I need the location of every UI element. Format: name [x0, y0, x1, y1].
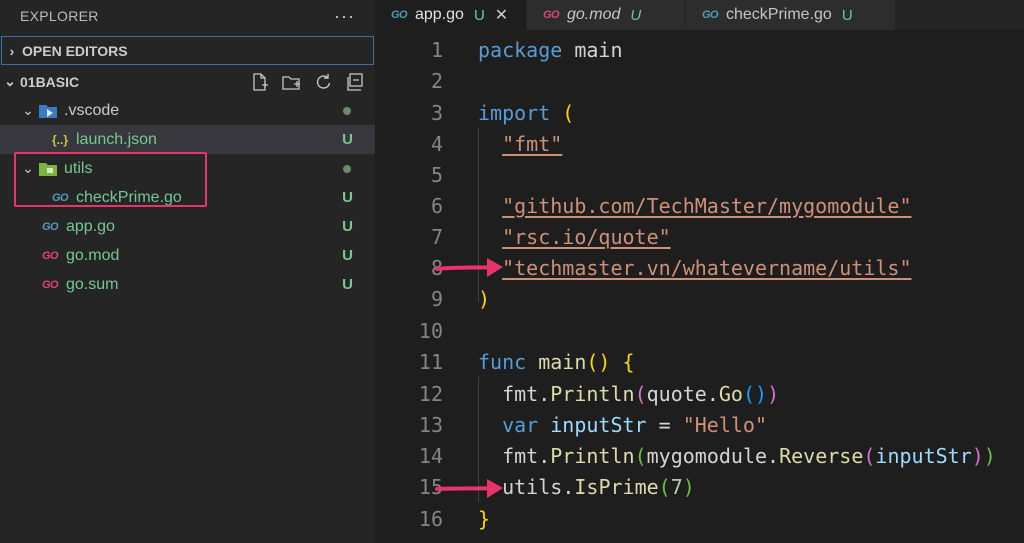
refresh-icon[interactable]: [313, 72, 333, 92]
line-number: 9: [430, 286, 443, 311]
git-status-badge: U: [342, 189, 353, 206]
tree-item-go-sum[interactable]: GO go.sum U: [0, 270, 375, 299]
line-number: 12: [418, 381, 443, 406]
git-status-badge: U: [342, 218, 353, 235]
project-section[interactable]: ⌄ 01BASIC: [0, 67, 375, 96]
line-number: 14: [418, 443, 443, 468]
tab-label: checkPrime.go: [726, 6, 832, 23]
new-folder-icon[interactable]: [281, 72, 301, 92]
modified-dot-icon: [343, 106, 351, 115]
vscode-folder-icon: [39, 104, 57, 118]
code-editor[interactable]: 1 package main 2 3 import ( 4 "fmt" 5 6 …: [375, 30, 1024, 543]
collapse-all-icon[interactable]: [345, 72, 365, 92]
chevron-down-icon: ⌄: [22, 102, 34, 118]
code-line: 2: [375, 65, 1024, 96]
code-line: 10: [375, 315, 1024, 346]
gomod-file-icon: GO: [41, 249, 59, 262]
line-number: 5: [430, 162, 443, 187]
line-number: 1: [430, 37, 443, 62]
tab-label: go.mod: [567, 6, 621, 23]
tree-item-label: go.mod: [66, 246, 120, 264]
gomod-file-icon: GO: [542, 9, 560, 21]
line-number: 13: [418, 412, 443, 437]
line-number: 2: [430, 68, 443, 93]
explorer-header: EXPLORER ···: [0, 0, 375, 32]
code-line: 13 var inputStr = "Hello": [375, 409, 1024, 440]
git-status-badge: U: [630, 6, 642, 24]
line-number: 6: [430, 193, 443, 218]
modified-dot-icon: [343, 164, 351, 173]
chevron-down-icon: ⌄: [4, 73, 16, 89]
explorer-title: EXPLORER: [20, 8, 99, 24]
close-icon[interactable]: ✕: [495, 5, 508, 25]
tab-checkprime-go[interactable]: GO checkPrime.go U: [686, 0, 896, 30]
code-line: 5: [375, 159, 1024, 190]
line-number: 8: [430, 255, 443, 280]
tree-item-label: launch.json: [76, 130, 157, 148]
tree-item-label: app.go: [66, 217, 115, 235]
open-editors-section[interactable]: › OPEN EDITORS: [1, 36, 374, 65]
highlight-annotation-box: [14, 152, 207, 207]
code-line: 3 import (: [375, 97, 1024, 128]
tree-item-launch-json[interactable]: {..} launch.json U: [0, 125, 375, 154]
go-file-icon: GO: [390, 9, 408, 21]
tab-app-go[interactable]: GO app.go U ✕: [375, 0, 527, 30]
line-number: 10: [418, 318, 443, 343]
editor-tab-bar: GO app.go U ✕ GO go.mod U GO checkPrime.…: [375, 0, 1024, 30]
arrow-annotation-icon: [435, 258, 503, 277]
code-line: 4 "fmt": [375, 128, 1024, 159]
explorer-sidebar: EXPLORER ··· › OPEN EDITORS ⌄ 01BASIC ⌄ …: [0, 0, 375, 543]
code-line: 7 "rsc.io/quote": [375, 221, 1024, 252]
code-line: 6 "github.com/TechMaster/mygomodule": [375, 190, 1024, 221]
tab-label: app.go: [415, 6, 464, 23]
code-line: 16 }: [375, 503, 1024, 534]
line-number: 11: [418, 349, 443, 374]
line-number: 3: [430, 100, 443, 125]
git-status-badge: U: [342, 131, 353, 148]
tab-go-mod[interactable]: GO go.mod U: [527, 0, 686, 30]
tree-item-label: .vscode: [64, 101, 120, 119]
tree-item-go-mod[interactable]: GO go.mod U: [0, 241, 375, 270]
code-line: 11 func main() {: [375, 346, 1024, 377]
new-file-icon[interactable]: [249, 72, 269, 92]
code-line: 12 fmt.Println(quote.Go()): [375, 378, 1024, 409]
line-number: 15: [418, 474, 443, 499]
code-line: 1 package main: [375, 34, 1024, 65]
line-number: 4: [430, 131, 443, 156]
git-status-badge: U: [342, 276, 353, 293]
more-actions-icon[interactable]: ···: [334, 6, 355, 27]
code-line: 14 fmt.Println(mygomodule.Reverse(inputS…: [375, 440, 1024, 471]
line-number: 7: [430, 224, 443, 249]
chevron-right-icon: ›: [9, 42, 15, 59]
tree-item-app-go[interactable]: GO app.go U: [0, 212, 375, 241]
open-editors-label: OPEN EDITORS: [22, 42, 128, 59]
tree-item-vscode[interactable]: ⌄ .vscode: [0, 96, 375, 125]
gomod-file-icon: GO: [41, 278, 59, 291]
tree-item-label: go.sum: [66, 275, 119, 293]
go-file-icon: GO: [41, 220, 59, 233]
git-status-badge: U: [342, 247, 353, 264]
project-label: 01BASIC: [20, 73, 80, 90]
arrow-annotation-icon: [435, 479, 503, 498]
go-file-icon: GO: [701, 9, 719, 21]
json-file-icon: {..}: [51, 132, 68, 147]
git-status-badge: U: [841, 6, 853, 24]
code-line: 9 ): [375, 283, 1024, 314]
git-status-badge: U: [473, 6, 485, 24]
line-number: 16: [418, 506, 443, 531]
